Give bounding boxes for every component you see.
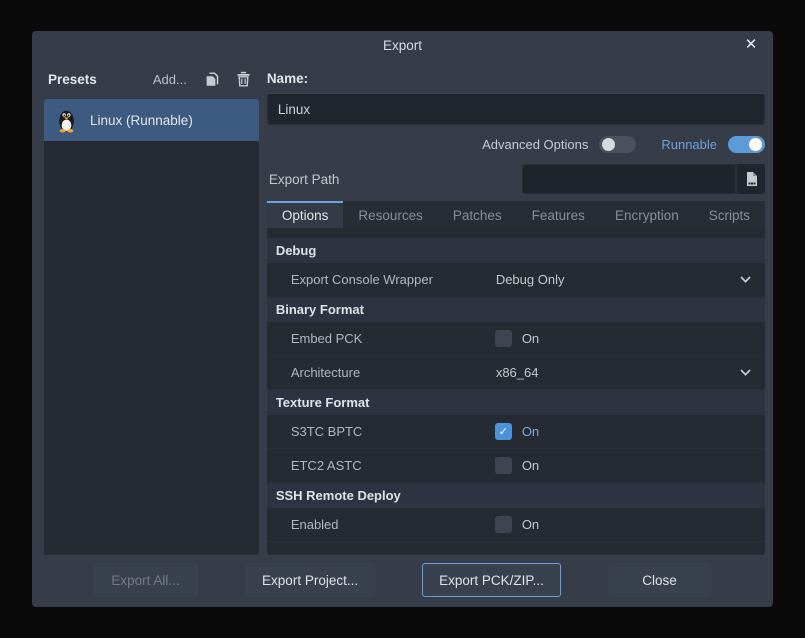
checkbox-unchecked bbox=[495, 330, 512, 347]
tab-features[interactable]: Features bbox=[517, 201, 600, 228]
screen-backdrop: { "dialog": { "title": "Export" }, "icon… bbox=[0, 0, 805, 638]
row-s3tc-bptc: S3TC BPTC ✓ On bbox=[267, 415, 765, 449]
duplicate-preset-button[interactable] bbox=[201, 68, 223, 90]
checkbox-unchecked bbox=[495, 516, 512, 533]
export-all-button[interactable]: Export All... bbox=[93, 563, 198, 597]
name-label: Name: bbox=[267, 63, 765, 93]
row-embed-pck: Embed PCK On bbox=[267, 322, 765, 356]
section-ssh-remote-deploy: SSH Remote Deploy bbox=[267, 483, 765, 508]
etc2-astc-checkbox[interactable]: On bbox=[495, 457, 539, 474]
presets-title: Presets bbox=[48, 72, 97, 87]
dialog-footer: Export All... Export Project... Export P… bbox=[93, 563, 711, 597]
export-path-label: Export Path bbox=[267, 172, 522, 187]
dialog-title: Export bbox=[32, 38, 773, 53]
name-input[interactable] bbox=[267, 93, 765, 125]
browse-path-button[interactable] bbox=[736, 164, 765, 194]
close-button[interactable]: Close bbox=[608, 563, 711, 597]
presets-header: Presets Add... bbox=[44, 63, 259, 95]
export-path-input[interactable] bbox=[522, 164, 736, 194]
checkbox-label: On bbox=[522, 517, 539, 532]
architecture-dropdown[interactable]: x86_64 bbox=[488, 356, 765, 389]
runnable-label: Runnable bbox=[661, 137, 717, 152]
row-etc2-astc: ETC2 ASTC On bbox=[267, 449, 765, 483]
dialog-body: Presets Add... bbox=[44, 63, 765, 555]
file-icon bbox=[744, 171, 759, 187]
export-console-wrapper-dropdown[interactable]: Debug Only bbox=[488, 263, 765, 296]
ssh-enabled-checkbox[interactable]: On bbox=[495, 516, 539, 533]
delete-preset-button[interactable] bbox=[233, 68, 255, 90]
row-ssh-enabled: Enabled On bbox=[267, 508, 765, 542]
export-tabs: Options Resources Patches Features Encry… bbox=[267, 201, 765, 228]
preset-item-linux[interactable]: Linux (Runnable) bbox=[44, 99, 259, 141]
dialog-titlebar: Export ✕ bbox=[32, 31, 773, 61]
advanced-options-toggle[interactable] bbox=[599, 136, 636, 153]
dropdown-value: x86_64 bbox=[496, 365, 539, 380]
export-settings-column: Name: Advanced Options Runnable Export P… bbox=[267, 63, 765, 555]
checkbox-checked: ✓ bbox=[495, 423, 512, 440]
property-label: Embed PCK bbox=[267, 331, 488, 346]
presets-column: Presets Add... bbox=[44, 63, 259, 555]
runnable-toggle[interactable] bbox=[728, 136, 765, 153]
row-architecture: Architecture x86_64 bbox=[267, 356, 765, 390]
tab-encryption[interactable]: Encryption bbox=[600, 201, 694, 228]
export-project-button[interactable]: Export Project... bbox=[245, 563, 375, 597]
property-label: Architecture bbox=[267, 365, 488, 380]
add-preset-button[interactable]: Add... bbox=[153, 72, 187, 87]
advanced-options-label: Advanced Options bbox=[482, 137, 588, 152]
property-label: S3TC BPTC bbox=[267, 424, 488, 439]
section-binary-format: Binary Format bbox=[267, 297, 765, 322]
export-path-row: Export Path bbox=[267, 163, 765, 195]
checkbox-label: On bbox=[522, 458, 539, 473]
trash-icon bbox=[236, 71, 251, 87]
preset-list: Linux (Runnable) bbox=[44, 99, 259, 555]
export-pck-zip-button[interactable]: Export PCK/ZIP... bbox=[422, 563, 561, 597]
export-dialog: Export ✕ Presets Add... bbox=[32, 31, 773, 607]
toggle-knob bbox=[602, 138, 615, 151]
copy-icon bbox=[204, 71, 220, 88]
property-label: Enabled bbox=[267, 517, 488, 532]
chevron-down-icon bbox=[740, 369, 751, 376]
close-icon[interactable]: ✕ bbox=[742, 36, 760, 54]
tab-options[interactable]: Options bbox=[267, 201, 344, 228]
embed-pck-checkbox[interactable]: On bbox=[495, 330, 539, 347]
toggle-knob bbox=[749, 138, 762, 151]
chevron-down-icon bbox=[740, 276, 751, 283]
tab-scripts[interactable]: Scripts bbox=[694, 201, 765, 228]
property-label: ETC2 ASTC bbox=[267, 458, 488, 473]
checkbox-label: On bbox=[522, 331, 539, 346]
preset-item-label: Linux (Runnable) bbox=[90, 113, 193, 128]
section-debug: Debug bbox=[267, 238, 765, 263]
options-panel: Debug Export Console Wrapper Debug Only … bbox=[267, 228, 765, 555]
dropdown-value: Debug Only bbox=[496, 272, 565, 287]
checkbox-label: On bbox=[522, 424, 539, 439]
property-label: Export Console Wrapper bbox=[267, 272, 488, 287]
linux-penguin-icon bbox=[53, 107, 80, 134]
section-texture-format: Texture Format bbox=[267, 390, 765, 415]
checkbox-unchecked bbox=[495, 457, 512, 474]
tab-patches[interactable]: Patches bbox=[438, 201, 517, 228]
s3tc-bptc-checkbox[interactable]: ✓ On bbox=[495, 423, 539, 440]
row-export-console-wrapper: Export Console Wrapper Debug Only bbox=[267, 263, 765, 297]
toggles-row: Advanced Options Runnable bbox=[267, 125, 765, 163]
tab-resources[interactable]: Resources bbox=[343, 201, 438, 228]
